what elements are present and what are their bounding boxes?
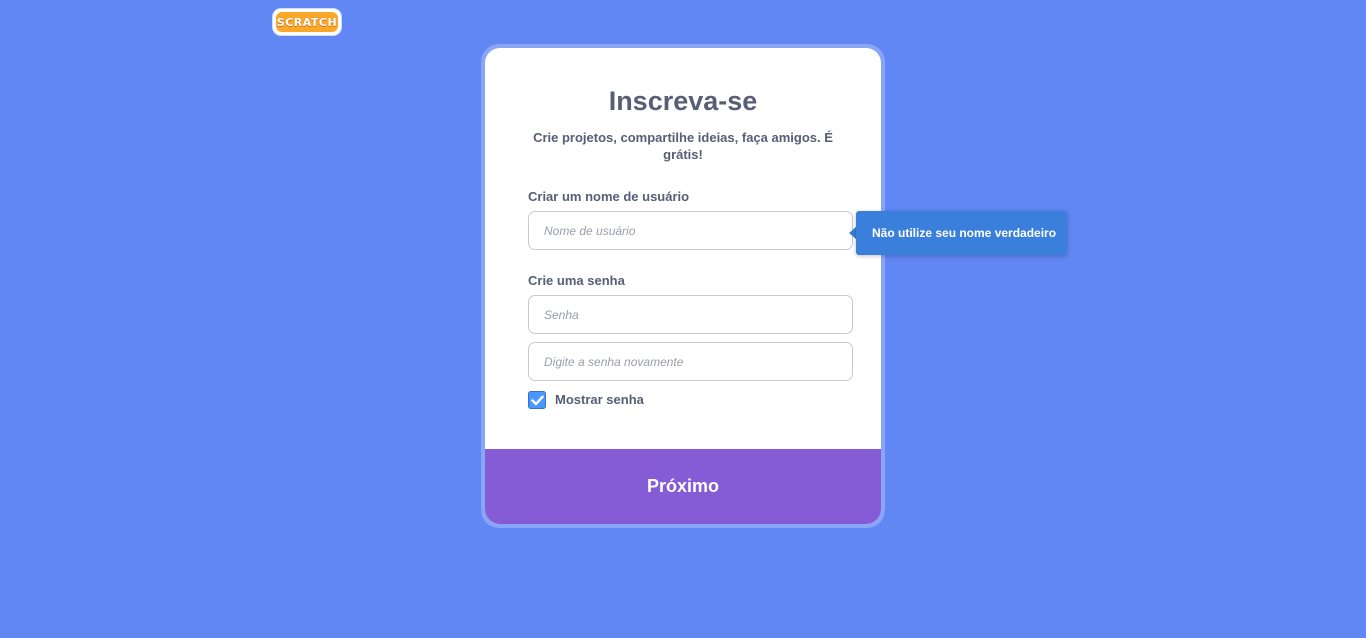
username-tooltip: Não utilize seu nome verdadeiro bbox=[856, 211, 1067, 255]
check-icon bbox=[530, 395, 544, 405]
username-input[interactable] bbox=[528, 211, 853, 250]
page-title: Inscreva-se bbox=[608, 86, 758, 116]
scratch-logo[interactable]: SCRATCH bbox=[273, 9, 341, 35]
show-password-label[interactable]: Mostrar senha bbox=[555, 391, 644, 409]
username-label: Criar um nome de usuário bbox=[528, 189, 690, 204]
password-confirm-input[interactable] bbox=[528, 342, 853, 381]
next-button[interactable]: Próximo bbox=[485, 449, 881, 524]
scratch-logo-text: SCRATCH bbox=[276, 12, 338, 32]
show-password-checkbox[interactable] bbox=[528, 391, 546, 409]
tooltip-text: Não utilize seu nome verdadeiro bbox=[872, 226, 1057, 240]
signup-card: Inscreva-se Crie projetos, compartilhe i… bbox=[485, 48, 881, 524]
password-input[interactable] bbox=[528, 295, 853, 334]
page-subtitle: Crie projetos, compartilhe ideias, faça … bbox=[533, 130, 833, 162]
password-label: Crie uma senha bbox=[528, 273, 625, 288]
signup-page: SCRATCH Inscreva-se Crie projetos, compa… bbox=[0, 0, 1366, 638]
